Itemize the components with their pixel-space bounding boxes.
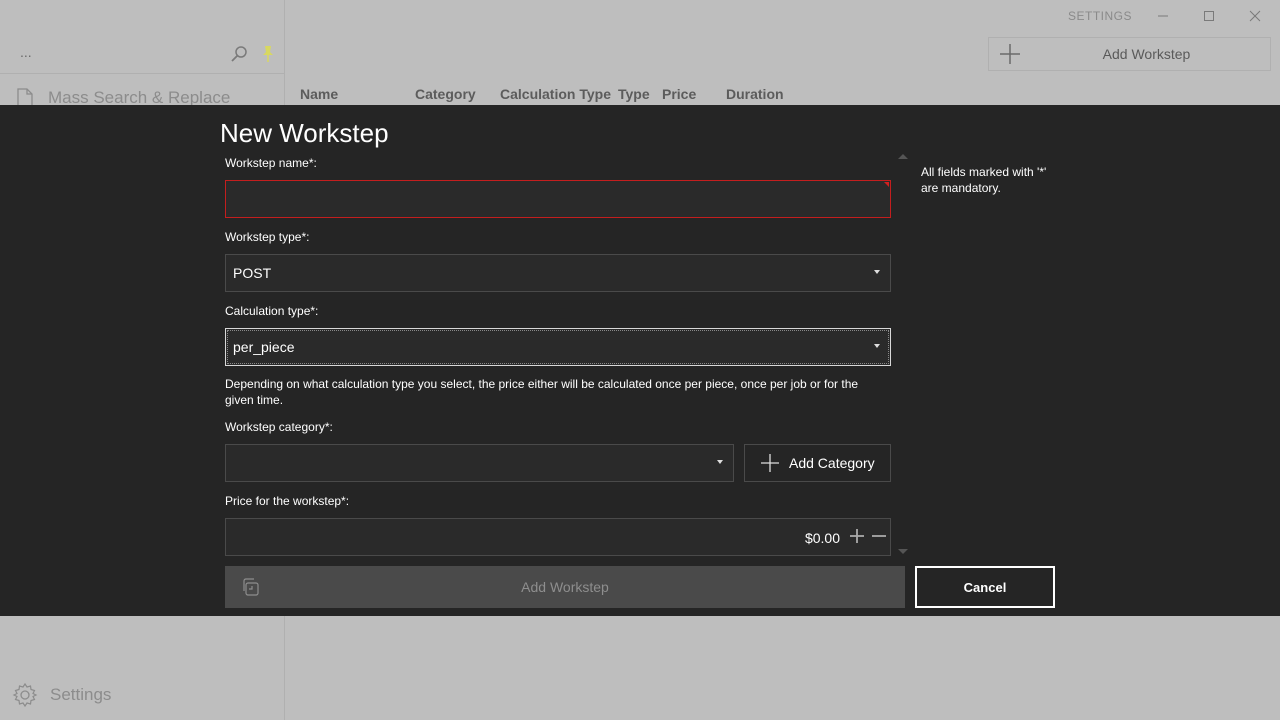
add-workstep-submit-label: Add Workstep xyxy=(521,579,609,595)
add-workstep-toolbar-label: Add Workstep xyxy=(1102,46,1191,62)
column-header-name[interactable]: Name xyxy=(300,86,338,102)
cancel-button[interactable]: Cancel xyxy=(915,566,1055,608)
sidebar-search: ... xyxy=(0,36,285,74)
column-header-type[interactable]: Type xyxy=(618,86,650,102)
chevron-down-icon xyxy=(874,344,880,348)
dialog-title: New Workstep xyxy=(220,118,389,148)
workstep-category-label: Workstep category*: xyxy=(225,420,333,434)
decrement-minus-icon[interactable] xyxy=(872,529,886,543)
calculation-type-helper: Depending on what calculation type you s… xyxy=(225,377,859,407)
new-workstep-dialog: New Workstep All fields marked with '*' … xyxy=(0,105,1280,616)
sidebar-item-settings[interactable]: Settings xyxy=(12,682,111,708)
copy-icon xyxy=(243,578,259,596)
add-workstep-submit-button[interactable]: Add Workstep xyxy=(225,566,905,608)
window-title: SETTINGS xyxy=(1067,9,1132,23)
chevron-down-icon xyxy=(874,270,880,274)
workstep-type-label: Workstep type*: xyxy=(225,230,310,244)
close-icon xyxy=(1249,10,1261,22)
settings-label: Settings xyxy=(50,685,112,704)
price-label: Price for the workstep*: xyxy=(225,494,350,508)
add-category-button[interactable]: Add Category xyxy=(744,444,891,482)
close-button[interactable] xyxy=(1232,0,1278,32)
error-indicator-icon xyxy=(884,182,889,187)
scroll-down-arrow-icon[interactable] xyxy=(898,549,908,554)
workstep-name-input[interactable] xyxy=(225,180,891,218)
chevron-down-icon xyxy=(717,460,723,464)
column-header-calculation-type[interactable]: Calculation Type xyxy=(500,86,611,102)
price-value: $0.00 xyxy=(804,530,840,546)
mandatory-note: All fields marked with '*' are mandatory… xyxy=(921,165,1047,195)
workstep-type-select[interactable]: POST xyxy=(225,254,891,292)
column-header-duration[interactable]: Duration xyxy=(726,86,784,102)
scroll-up-arrow-icon[interactable] xyxy=(898,154,908,159)
search-input[interactable]: ... xyxy=(20,44,32,60)
minimize-icon xyxy=(1158,15,1168,17)
column-header-price[interactable]: Price xyxy=(662,86,696,102)
minimize-button[interactable] xyxy=(1140,0,1186,32)
maximize-icon xyxy=(1204,11,1214,21)
workstep-category-select[interactable] xyxy=(225,444,734,482)
column-header-category[interactable]: Category xyxy=(415,86,476,102)
cancel-label: Cancel xyxy=(963,579,1007,595)
workstep-type-value: POST xyxy=(233,265,272,281)
add-category-label: Add Category xyxy=(789,455,875,471)
calculation-type-label: Calculation type*: xyxy=(225,304,319,318)
increment-plus-icon[interactable] xyxy=(850,529,864,543)
workstep-name-label: Workstep name*: xyxy=(225,156,317,170)
pin-icon[interactable] xyxy=(260,44,276,64)
gear-icon xyxy=(12,682,38,708)
calculation-type-select[interactable]: per_piece xyxy=(225,328,891,366)
add-workstep-toolbar-button[interactable]: Add Workstep xyxy=(988,37,1271,71)
plus-icon xyxy=(761,454,779,472)
price-input[interactable]: $0.00 xyxy=(225,518,891,556)
search-icon[interactable] xyxy=(230,45,248,63)
maximize-button[interactable] xyxy=(1186,0,1232,32)
calculation-type-value: per_piece xyxy=(233,339,295,355)
